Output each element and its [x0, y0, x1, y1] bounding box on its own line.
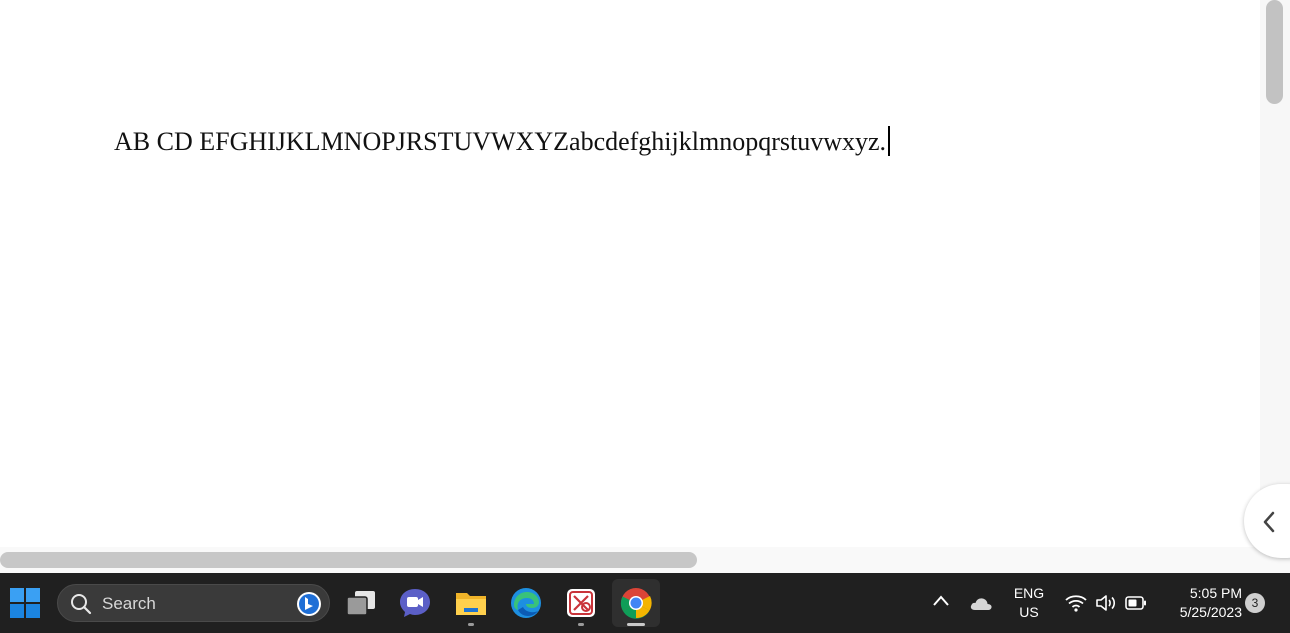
- file-explorer-button[interactable]: [447, 579, 495, 627]
- volume-icon[interactable]: [1095, 593, 1117, 613]
- language-code: ENG: [1013, 585, 1045, 601]
- bing-chat-icon[interactable]: [296, 591, 322, 617]
- horizontal-scrollbar-thumb[interactable]: [0, 552, 697, 568]
- taskbar-search-box[interactable]: Search: [57, 584, 330, 622]
- chevron-left-icon: [1263, 511, 1275, 533]
- vertical-scrollbar-thumb[interactable]: [1266, 0, 1283, 104]
- start-button[interactable]: [1, 579, 49, 627]
- task-view-button[interactable]: [337, 579, 385, 627]
- wifi-icon[interactable]: [1065, 594, 1087, 612]
- snipping-tool-icon: [567, 589, 595, 617]
- show-hidden-icons-icon[interactable]: [932, 594, 950, 608]
- chrome-browser-button[interactable]: [612, 579, 660, 627]
- search-placeholder: Search: [102, 594, 156, 613]
- document-text[interactable]: AB CD EFGHIJKLMNOPJRSTUVWXYZabcdefghijkl…: [114, 127, 886, 156]
- document-page[interactable]: AB CD EFGHIJKLMNOPJRSTUVWXYZabcdefghijkl…: [0, 0, 1260, 547]
- running-indicator: [578, 623, 584, 626]
- language-indicator[interactable]: ENG US: [1008, 584, 1050, 622]
- edge-browser-button[interactable]: [502, 579, 550, 627]
- chrome-browser-icon: [620, 588, 652, 619]
- snipping-tool-button[interactable]: [557, 579, 605, 627]
- onedrive-cloud-icon[interactable]: [969, 595, 993, 611]
- battery-icon[interactable]: [1125, 596, 1147, 610]
- folder-icon: [456, 593, 486, 615]
- system-clock[interactable]: 5:05 PM 5/25/2023: [1160, 584, 1242, 622]
- clock-time: 5:05 PM: [1189, 585, 1242, 601]
- windows-start-icon: [10, 588, 40, 618]
- keyboard-layout: US: [1019, 604, 1039, 620]
- clock-date: 5/25/2023: [1179, 604, 1242, 620]
- notification-count-badge[interactable]: 3: [1245, 593, 1265, 613]
- teams-chat-icon: [400, 589, 430, 617]
- running-indicator: [468, 623, 474, 626]
- edge-browser-icon: [511, 588, 541, 618]
- task-view-icon: [346, 591, 375, 616]
- search-icon: [71, 594, 92, 615]
- active-indicator: [627, 623, 645, 626]
- document-text-line[interactable]: AB CD EFGHIJKLMNOPJRSTUVWXYZabcdefghijkl…: [114, 126, 891, 157]
- teams-chat-button[interactable]: [391, 579, 439, 627]
- text-cursor: [888, 126, 891, 156]
- taskbar: Search ENG US 5:05 PM 5/25/2023 3: [0, 573, 1290, 633]
